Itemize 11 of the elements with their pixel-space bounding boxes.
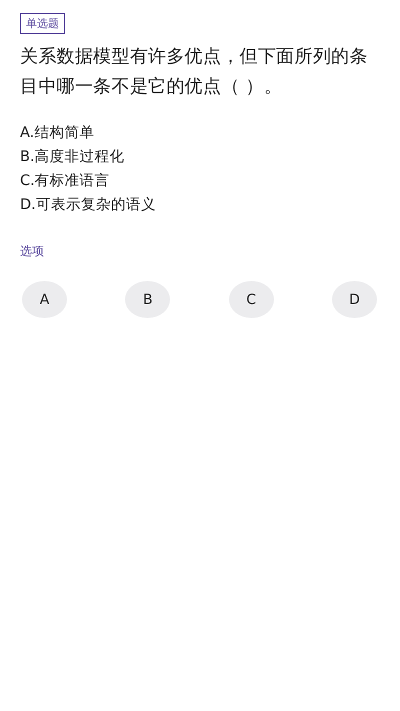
choice-button[interactable]: D	[332, 281, 377, 318]
option-text: B.高度非过程化	[20, 148, 126, 167]
option-text: C.有标准语言	[20, 172, 111, 191]
choice-button[interactable]: C	[228, 281, 274, 318]
option-text: A.结构简单	[20, 124, 96, 143]
choice-button[interactable]: A	[22, 281, 67, 318]
question-text: 关系数据模型有许多优点，但下面所列的条目中哪一条不是它的优点（ ）。	[20, 45, 369, 99]
option-text: D.可表示复杂的语义	[20, 196, 157, 215]
choice-button[interactable]: B	[125, 281, 170, 318]
question-type-tag: 单选题	[20, 13, 65, 34]
choices-label: 选项	[20, 243, 45, 260]
